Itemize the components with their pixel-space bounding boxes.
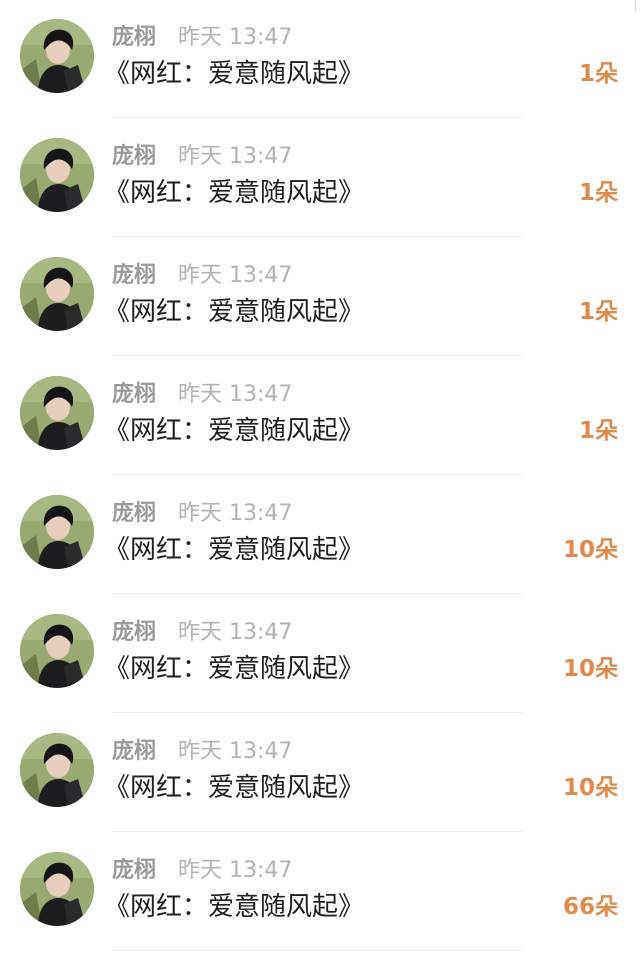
gift-record-row[interactable]: 庞栩 昨天 13:47 《网红：爱意随风起》 1朵	[0, 119, 640, 238]
row-divider	[112, 236, 522, 237]
gift-record-row[interactable]: 庞栩 昨天 13:47 《网红：爱意随风起》 66朵	[0, 833, 640, 952]
user-avatar[interactable]	[20, 19, 94, 93]
row-divider	[112, 712, 522, 713]
gift-record-row[interactable]: 庞栩 昨天 13:47 《网红：爱意随风起》 1朵	[0, 0, 640, 119]
gift-record-row[interactable]: 庞栩 昨天 13:47 《网红：爱意随风起》 10朵	[0, 595, 640, 714]
row-divider	[112, 474, 522, 475]
work-title: 《网红：爱意随风起》	[104, 297, 365, 327]
user-name: 庞栩	[112, 382, 157, 407]
work-title: 《网红：爱意随风起》	[104, 773, 365, 803]
gift-record-row[interactable]: 庞栩 昨天 13:47 《网红：爱意随风起》 1朵	[0, 357, 640, 476]
gift-time: 昨天 13:47	[178, 501, 293, 526]
gift-record-list: 庞栩 昨天 13:47 《网红：爱意随风起》 1朵 庞栩 昨天 13:47 《网…	[0, 0, 640, 963]
work-title: 《网红：爱意随风起》	[104, 416, 365, 446]
work-title: 《网红：爱意随风起》	[104, 59, 365, 89]
gift-time: 昨天 13:47	[178, 25, 293, 50]
user-avatar[interactable]	[20, 138, 94, 212]
gift-record-row[interactable]: 庞栩 昨天 13:47 《网红：爱意随风起》 10朵	[0, 476, 640, 595]
row-divider	[112, 950, 522, 951]
work-title: 《网红：爱意随风起》	[104, 892, 365, 922]
gift-time: 昨天 13:47	[178, 620, 293, 645]
work-title: 《网红：爱意随风起》	[104, 178, 365, 208]
gift-amount: 1朵	[578, 299, 618, 325]
user-avatar[interactable]	[20, 376, 94, 450]
work-title: 《网红：爱意随风起》	[104, 535, 365, 565]
row-divider	[112, 117, 522, 118]
user-avatar[interactable]	[20, 614, 94, 688]
gift-amount: 10朵	[562, 775, 618, 801]
gift-amount: 1朵	[578, 418, 618, 444]
work-title: 《网红：爱意随风起》	[104, 654, 365, 684]
user-avatar[interactable]	[20, 495, 94, 569]
gift-amount: 1朵	[578, 180, 618, 206]
user-avatar[interactable]	[20, 733, 94, 807]
user-name: 庞栩	[112, 263, 157, 288]
user-avatar[interactable]	[20, 257, 94, 331]
user-name: 庞栩	[112, 858, 157, 883]
user-name: 庞栩	[112, 25, 157, 50]
user-name: 庞栩	[112, 739, 157, 764]
gift-amount: 10朵	[562, 656, 618, 682]
user-name: 庞栩	[112, 144, 157, 169]
gift-time: 昨天 13:47	[178, 382, 293, 407]
row-divider	[112, 355, 522, 356]
gift-amount: 66朵	[562, 894, 618, 920]
gift-record-row[interactable]: 庞栩 昨天 13:47 《网红：爱意随风起》 1朵	[0, 238, 640, 357]
gift-time: 昨天 13:47	[178, 144, 293, 169]
row-divider	[112, 593, 522, 594]
user-name: 庞栩	[112, 501, 157, 526]
gift-amount: 10朵	[562, 537, 618, 563]
user-name: 庞栩	[112, 620, 157, 645]
user-avatar[interactable]	[20, 852, 94, 926]
gift-amount: 1朵	[578, 61, 618, 87]
row-divider	[112, 831, 522, 832]
gift-time: 昨天 13:47	[178, 858, 293, 883]
gift-time: 昨天 13:47	[178, 739, 293, 764]
gift-time: 昨天 13:47	[178, 263, 293, 288]
gift-record-row[interactable]: 庞栩 昨天 13:47 《网红：爱意随风起》 10朵	[0, 714, 640, 833]
